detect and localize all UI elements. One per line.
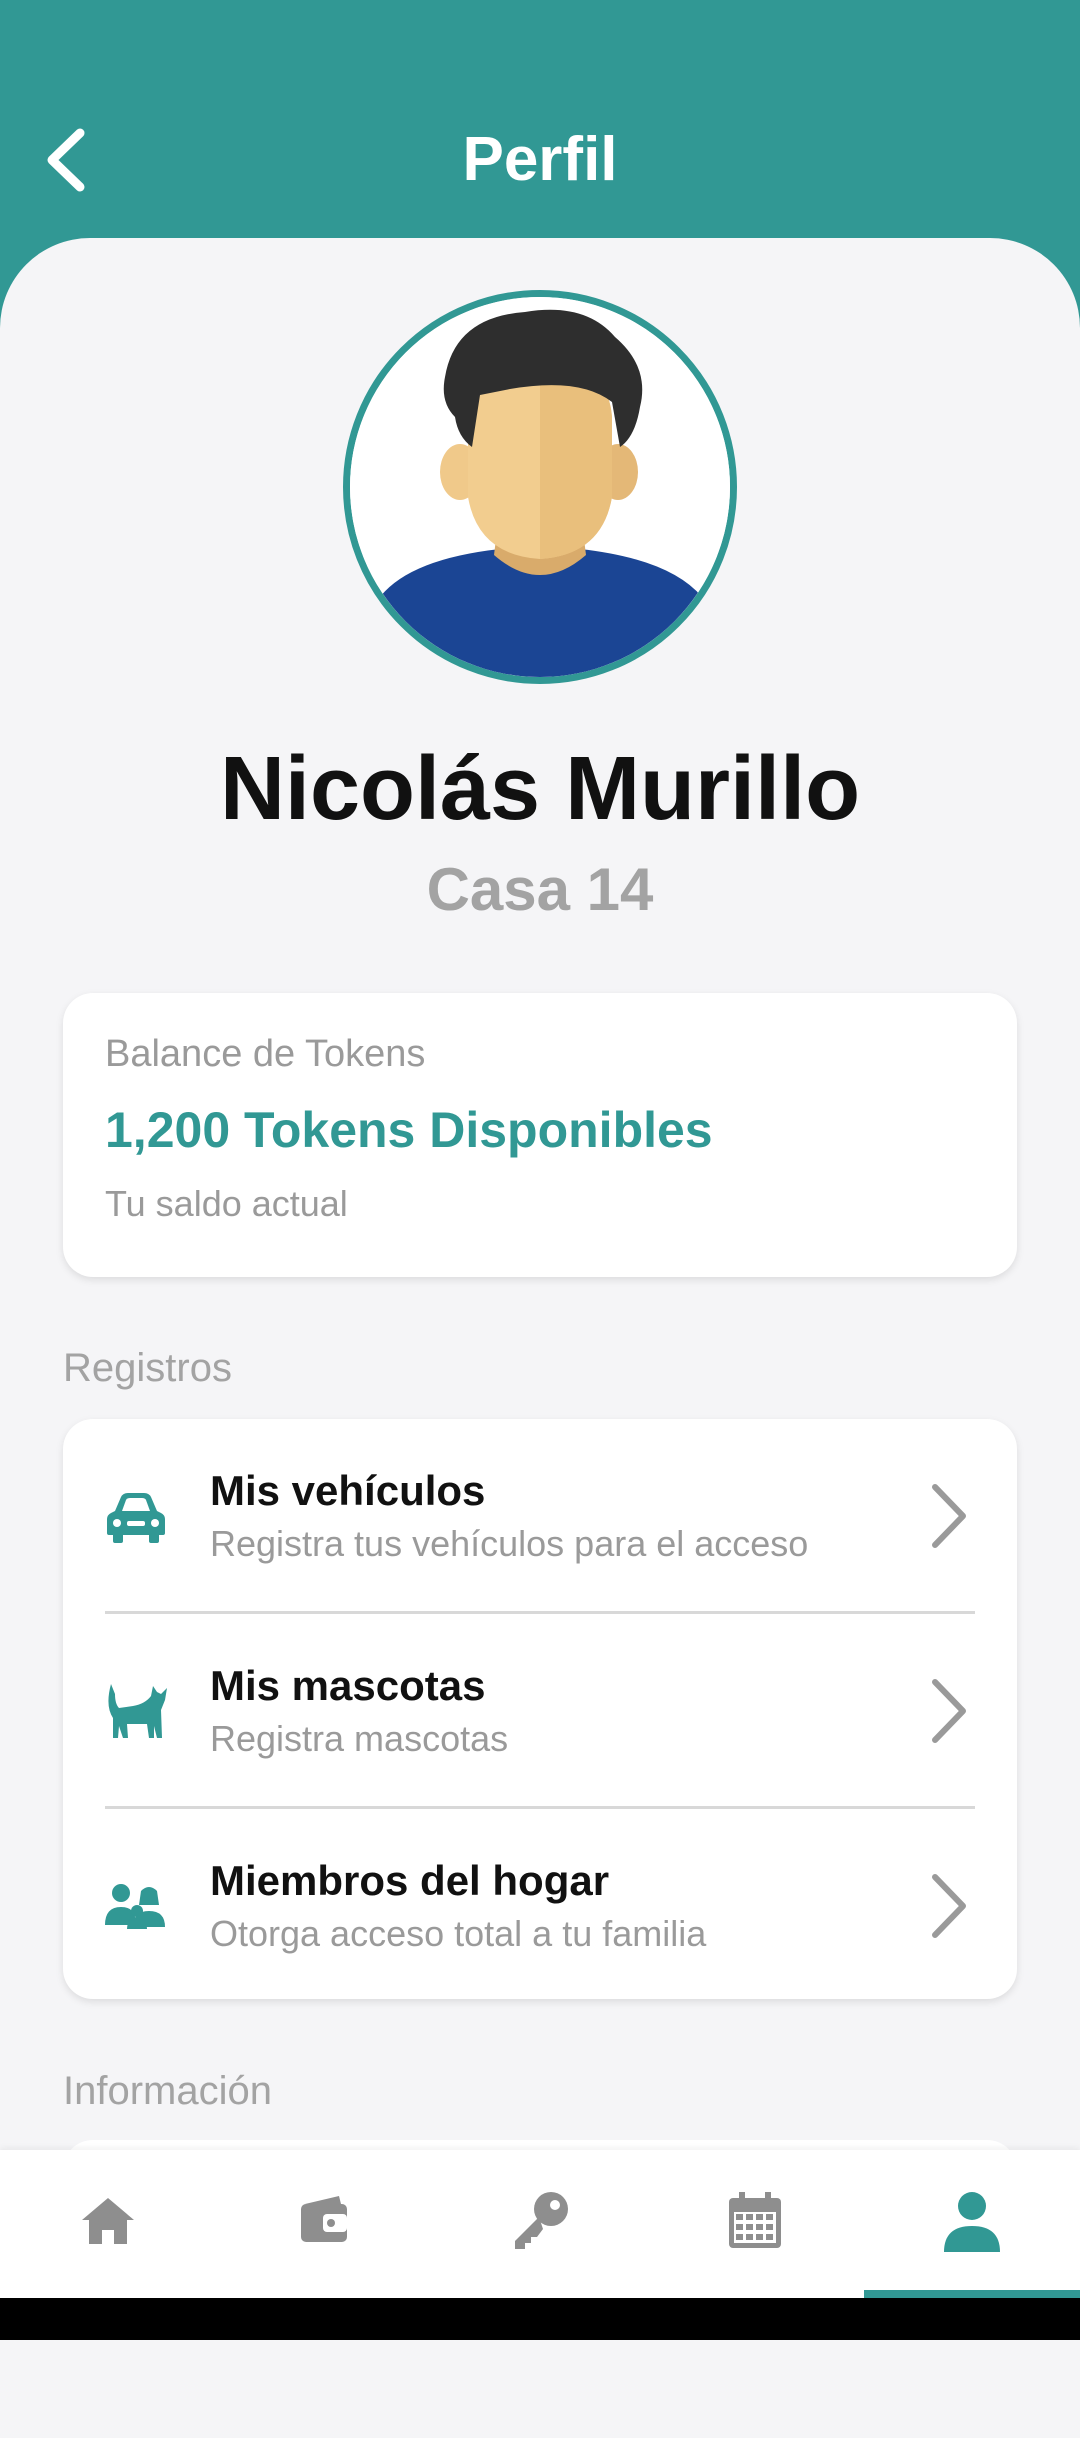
row-subtitle: Registra mascotas xyxy=(210,1718,509,1759)
list-item-vehiculos[interactable]: Mis vehículos Registra tus vehículos par… xyxy=(63,1419,1017,1614)
balance-value: 1,200 Tokens Disponibles xyxy=(105,1102,713,1158)
balance-subtitle: Tu saldo actual xyxy=(105,1183,348,1224)
user-name: Nicolás Murillo xyxy=(219,739,861,839)
nav-profile[interactable] xyxy=(932,2180,1012,2260)
home-icon xyxy=(82,2198,134,2244)
avatar[interactable] xyxy=(343,290,737,684)
avatar-illustration xyxy=(350,297,730,677)
family-icon xyxy=(105,1884,165,1929)
list-item-mascotas[interactable]: Mis mascotas Registra mascotas xyxy=(63,1614,1017,1809)
chevron-right-icon xyxy=(932,1679,966,1743)
cat-icon xyxy=(108,1684,167,1738)
row-title: Mis vehículos xyxy=(210,1467,486,1514)
chevron-right-icon xyxy=(932,1874,966,1938)
chevron-right-icon xyxy=(932,1484,966,1548)
page-title: Perfil xyxy=(462,125,618,194)
user-icon xyxy=(944,2192,1000,2252)
token-balance-card[interactable]: Balance de Tokens 1,200 Tokens Disponibl… xyxy=(63,993,1017,1277)
bottom-nav xyxy=(0,2150,1080,2300)
key-icon xyxy=(515,2192,568,2249)
nav-wallet[interactable] xyxy=(285,2180,365,2260)
nav-keys[interactable] xyxy=(500,2180,580,2260)
wallet-icon xyxy=(301,2196,347,2242)
balance-label: Balance de Tokens xyxy=(105,1033,426,1075)
active-tab-indicator xyxy=(864,2290,1080,2298)
calendar-icon xyxy=(729,2192,781,2248)
row-title: Miembros del hogar xyxy=(210,1857,610,1904)
row-title: Mis mascotas xyxy=(210,1662,486,1709)
row-subtitle: Otorga acceso total a tu familia xyxy=(210,1913,707,1954)
car-icon xyxy=(107,1493,165,1543)
row-subtitle: Registra tus vehículos para el acceso xyxy=(210,1523,809,1564)
section-title-informacion: Información xyxy=(63,2069,272,2113)
nav-home[interactable] xyxy=(68,2180,148,2260)
unit-label: Casa 14 xyxy=(426,856,654,923)
system-navigation-bar xyxy=(0,2298,1080,2340)
list-item-miembros[interactable]: Miembros del hogar Otorga acceso total a… xyxy=(63,1809,1017,2004)
nav-calendar[interactable] xyxy=(715,2180,795,2260)
registros-card: Mis vehículos Registra tus vehículos par… xyxy=(63,1419,1017,1999)
section-title-registros: Registros xyxy=(63,1346,232,1390)
